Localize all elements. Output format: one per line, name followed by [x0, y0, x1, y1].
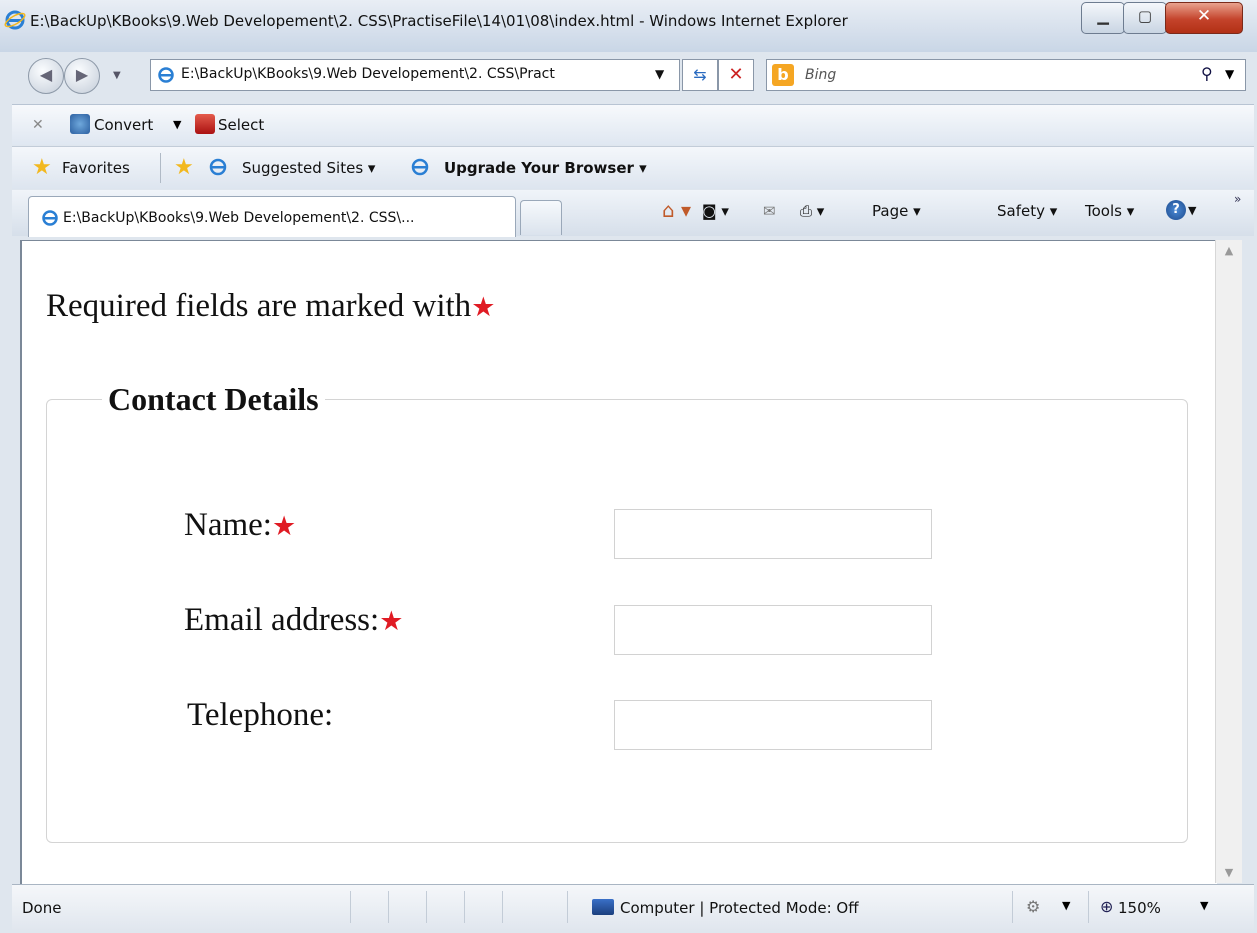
zoom-dropdown-icon[interactable]: ▼: [1200, 899, 1208, 912]
window-title: E:\BackUp\KBooks\9.Web Developement\2. C…: [30, 12, 848, 30]
email-label: Email address:★: [184, 602, 403, 639]
bing-icon: b: [772, 64, 794, 86]
protected-mode-dropdown-icon[interactable]: ▼: [1062, 899, 1070, 912]
tools-menu[interactable]: Tools ▾: [1085, 202, 1134, 220]
minimize-button[interactable]: ▁: [1081, 2, 1125, 34]
tab-row: E:\BackUp\KBooks\9.Web Developement\2. C…: [12, 190, 1254, 237]
search-placeholder: Bing: [805, 67, 837, 83]
page-menu[interactable]: Page ▾: [872, 202, 921, 220]
status-divider: [426, 891, 427, 923]
minimize-icon: ▁: [1097, 7, 1109, 25]
telephone-input[interactable]: [614, 700, 932, 750]
favorites-button[interactable]: Favorites: [62, 159, 130, 177]
address-url: E:\BackUp\KBooks\9.Web Developement\2. C…: [181, 66, 555, 82]
suggested-sites-ie-icon: [209, 158, 227, 176]
mail-icon[interactable]: ✉: [763, 202, 776, 220]
stop-button[interactable]: ✕: [718, 59, 754, 91]
refresh-icon: ⇆: [693, 65, 707, 84]
email-input[interactable]: [614, 605, 932, 655]
status-divider: [388, 891, 389, 923]
ie-icon: [4, 10, 26, 30]
search-icon[interactable]: ⚲: [1201, 64, 1213, 83]
close-button[interactable]: ✕: [1165, 2, 1243, 34]
page-content: Required fields are marked with★ Contact…: [20, 240, 1217, 884]
favorites-separator: [160, 153, 161, 183]
home-icon[interactable]: ⌂ ▾: [662, 198, 691, 222]
required-note-text: Required fields are marked with: [46, 288, 472, 324]
tab-title: E:\BackUp\KBooks\9.Web Developement\2. C…: [63, 210, 415, 226]
more-tools-chevron-icon[interactable]: »: [1234, 192, 1241, 206]
telephone-label-text: Telephone:: [187, 697, 334, 733]
close-icon: ✕: [1196, 6, 1212, 26]
select-icon: [195, 114, 215, 134]
suggested-sites-button[interactable]: Suggested Sites ▾: [242, 159, 375, 177]
status-divider: [567, 891, 568, 923]
convert-button[interactable]: Convert: [94, 116, 153, 134]
zoom-icon: ⊕: [1100, 897, 1114, 916]
scroll-down-icon[interactable]: ▼: [1216, 866, 1242, 879]
back-button[interactable]: ◀: [28, 58, 64, 94]
address-bar[interactable]: E:\BackUp\KBooks\9.Web Developement\2. C…: [150, 59, 680, 91]
name-label-text: Name:: [184, 507, 272, 543]
forward-icon: ▶: [75, 65, 89, 84]
status-divider: [502, 891, 503, 923]
upgrade-ie-icon: [411, 158, 429, 176]
status-bar: Done Computer | Protected Mode: Off ⚙ ▼ …: [12, 884, 1254, 931]
fieldset-legend: Contact Details: [108, 381, 319, 417]
new-tab-button[interactable]: [520, 200, 562, 235]
tab-active[interactable]: E:\BackUp\KBooks\9.Web Developement\2. C…: [28, 196, 516, 237]
convert-icon: [70, 114, 90, 134]
ie-window: E:\BackUp\KBooks\9.Web Developement\2. C…: [0, 0, 1257, 933]
select-button[interactable]: Select: [218, 116, 264, 134]
favorites-bar: ★ Favorites ★ Suggested Sites ▾ Upgrade …: [12, 146, 1254, 189]
email-label-text: Email address:: [184, 602, 380, 638]
status-text: Done: [22, 899, 62, 917]
status-divider: [350, 891, 351, 923]
feed-icon[interactable]: ◙ ▾: [702, 202, 729, 220]
stop-icon: ✕: [728, 64, 744, 85]
forward-button[interactable]: ▶: [64, 58, 100, 94]
address-dropdown-icon[interactable]: ▼: [655, 67, 664, 81]
required-star-icon: ★: [471, 292, 496, 322]
page-ie-icon: [158, 67, 174, 83]
title-bar: E:\BackUp\KBooks\9.Web Developement\2. C…: [0, 0, 1257, 52]
add-favorite-icon[interactable]: ★: [174, 155, 194, 180]
telephone-label: Telephone:: [187, 697, 333, 734]
tab-ie-icon: [42, 210, 58, 226]
safety-menu[interactable]: Safety ▾: [997, 202, 1057, 220]
vertical-scrollbar[interactable]: ▲ ▼: [1215, 240, 1242, 883]
required-star-icon: ★: [271, 511, 297, 541]
convert-dropdown-icon[interactable]: ▼: [173, 118, 181, 131]
print-icon[interactable]: ⎙ ▾: [800, 202, 824, 220]
name-label: Name:★: [184, 507, 296, 544]
zoom-level[interactable]: 150%: [1118, 899, 1161, 917]
maximize-icon: ▢: [1137, 7, 1153, 25]
recent-pages-dropdown[interactable]: ▼: [113, 70, 121, 81]
upgrade-browser-button[interactable]: Upgrade Your Browser ▾: [444, 159, 647, 177]
required-note: Required fields are marked with★: [46, 288, 495, 325]
favorites-star-icon: ★: [32, 155, 52, 180]
close-toolbar-icon[interactable]: ✕: [32, 117, 44, 133]
required-star-icon: ★: [379, 606, 404, 636]
name-input[interactable]: [614, 509, 932, 559]
search-box[interactable]: b Bing ⚲ ▼: [766, 59, 1246, 91]
refresh-button[interactable]: ⇆: [682, 59, 718, 91]
status-divider: [1012, 891, 1013, 923]
status-divider: [464, 891, 465, 923]
help-dropdown-icon[interactable]: ▼: [1188, 204, 1196, 217]
search-options-dropdown[interactable]: ▼: [1225, 67, 1234, 81]
computer-zone-icon: [592, 899, 614, 915]
add-on-toolbar: ✕ Convert ▼ Select: [12, 104, 1254, 145]
help-icon[interactable]: ?: [1166, 200, 1186, 220]
status-divider: [1088, 891, 1089, 923]
security-zone[interactable]: Computer | Protected Mode: Off: [620, 899, 859, 917]
maximize-button[interactable]: ▢: [1123, 2, 1167, 34]
protected-mode-icon[interactable]: ⚙: [1026, 897, 1040, 916]
back-icon: ◀: [39, 65, 53, 84]
scroll-up-icon[interactable]: ▲: [1216, 244, 1242, 257]
